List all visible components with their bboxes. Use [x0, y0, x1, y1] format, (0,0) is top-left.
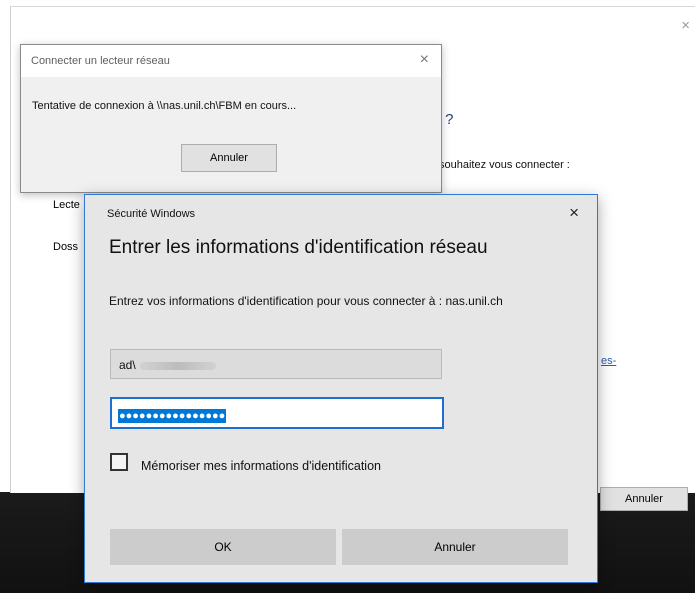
wizard-close-icon[interactable]: × — [681, 17, 690, 34]
password-mask: ●●●●●●●●●●●●●●●● — [118, 409, 227, 423]
security-dialog-title: Sécurité Windows — [107, 208, 196, 220]
remember-credentials-label[interactable]: Mémoriser mes informations d'identificat… — [141, 457, 381, 476]
connect-cancel-button[interactable]: Annuler — [181, 144, 277, 172]
security-dialog-heading: Entrer les informations d'identification… — [109, 237, 488, 258]
redacted-username — [139, 361, 216, 370]
password-field[interactable]: ●●●●●●●●●●●●●●●● — [110, 397, 444, 429]
connect-dialog-title: Connecter un lecteur réseau — [31, 55, 170, 67]
security-cancel-button[interactable]: Annuler — [342, 529, 568, 565]
ok-button[interactable]: OK — [110, 529, 336, 565]
connect-dialog-close-icon[interactable]: × — [420, 51, 429, 69]
windows-security-dialog: Sécurité Windows × Entrer les informatio… — [84, 194, 598, 583]
remember-credentials-checkbox[interactable] — [110, 453, 128, 471]
wizard-drive-label: Lecte — [53, 199, 80, 211]
security-dialog-close-icon[interactable]: × — [569, 203, 579, 223]
connect-progress-message: Tentative de connexion à \\nas.unil.ch\F… — [32, 100, 297, 112]
wizard-folder-label: Doss — [53, 241, 79, 253]
wizard-link[interactable]: es- — [601, 355, 616, 367]
username-value: ad\ — [119, 358, 136, 372]
connect-network-drive-dialog: Connecter un lecteur réseau × Tentative … — [20, 44, 442, 193]
wizard-question-fragment: souhaitez vous connecter : — [439, 159, 570, 171]
wizard-cancel-button[interactable]: Annuler — [600, 487, 688, 511]
connect-dialog-titlebar: Connecter un lecteur réseau × — [21, 45, 441, 77]
username-field[interactable]: ad\ — [110, 349, 442, 379]
security-dialog-instruction: Entrez vos informations d'identification… — [109, 294, 503, 308]
